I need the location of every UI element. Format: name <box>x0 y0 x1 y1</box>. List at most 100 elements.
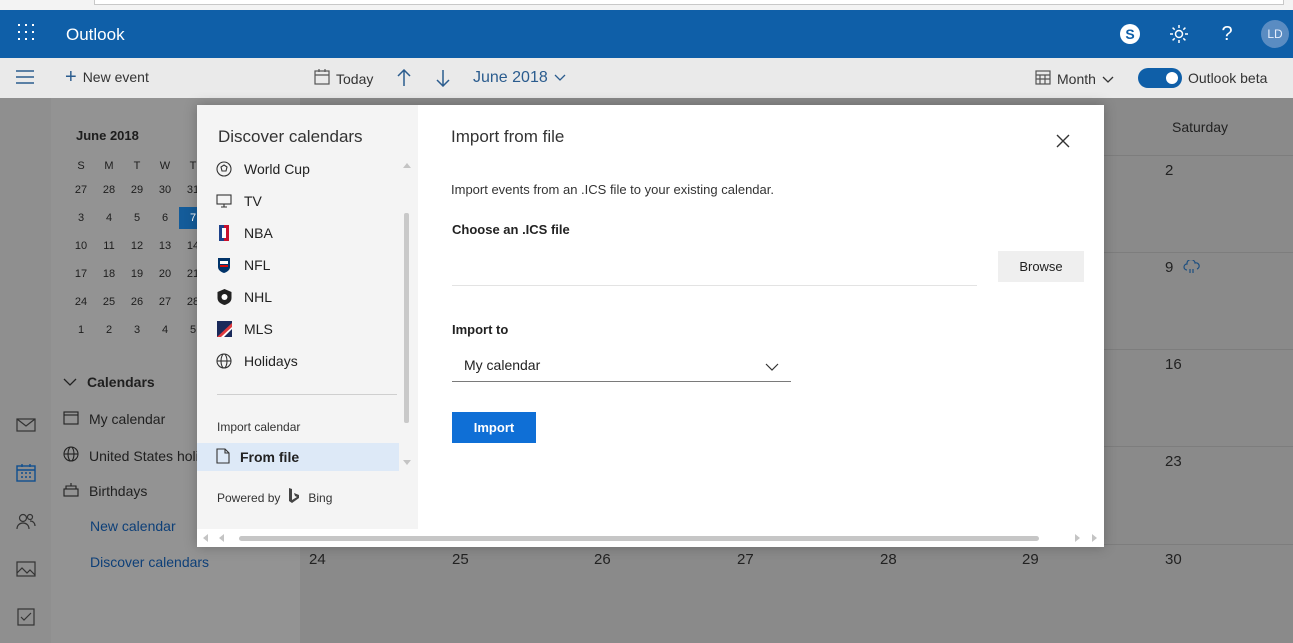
people-icon[interactable] <box>15 510 37 532</box>
mls-logo-icon <box>216 321 232 337</box>
day-cell-number[interactable]: 28 <box>880 551 897 568</box>
day-cell-number[interactable]: 23 <box>1165 453 1182 470</box>
horizontal-scrollbar[interactable] <box>197 529 1104 547</box>
discover-item-nfl[interactable]: NFL <box>216 257 270 273</box>
calendar-item-us-holidays[interactable]: United States holi <box>63 446 199 465</box>
app-title: Outlook <box>66 25 125 44</box>
weather-cloud-icon <box>1183 258 1201 279</box>
day-cell-number[interactable]: 29 <box>1022 551 1039 568</box>
mini-day[interactable]: 19 <box>123 268 151 280</box>
chevron-down-icon <box>554 69 566 87</box>
calendar-icon[interactable] <box>15 462 37 484</box>
panel-scrollbar[interactable] <box>404 213 409 423</box>
mini-day[interactable]: 29 <box>123 184 151 196</box>
chevron-down-icon <box>63 374 77 390</box>
mini-day[interactable]: 3 <box>123 324 151 336</box>
view-switcher[interactable]: Month <box>1035 69 1114 88</box>
today-button[interactable]: Today <box>314 69 373 88</box>
calendar-item-birthdays[interactable]: Birthdays <box>63 482 147 500</box>
scroll-up-arrow[interactable] <box>403 163 411 168</box>
day-cell-number[interactable]: 26 <box>594 551 611 568</box>
scroll-down-arrow[interactable] <box>403 460 411 465</box>
calendar-today-icon <box>314 69 330 88</box>
mini-day[interactable]: 26 <box>123 296 151 308</box>
day-cell-number[interactable]: 25 <box>452 551 469 568</box>
mini-day[interactable]: 11 <box>95 240 123 252</box>
day-cell-number[interactable]: 24 <box>309 551 326 568</box>
file-icon <box>216 447 230 467</box>
mini-day[interactable]: 6 <box>151 212 179 224</box>
help-icon[interactable]: ? <box>1215 22 1239 46</box>
nfl-logo-icon <box>216 257 232 273</box>
mail-icon[interactable] <box>15 414 37 436</box>
import-button[interactable]: Import <box>452 412 536 443</box>
tasks-icon[interactable] <box>15 606 37 628</box>
avatar[interactable]: LD <box>1261 20 1289 48</box>
mini-day[interactable]: 17 <box>67 268 95 280</box>
file-path-field[interactable] <box>452 285 977 286</box>
calendars-section-header[interactable]: Calendars <box>63 374 155 390</box>
discover-item-nba[interactable]: NBA <box>216 225 273 241</box>
mini-day[interactable]: 25 <box>95 296 123 308</box>
mini-day[interactable]: 27 <box>67 184 95 196</box>
discover-item-holidays[interactable]: Holidays <box>216 353 298 369</box>
mini-day[interactable]: 4 <box>151 324 179 336</box>
day-cell-number[interactable]: 2 <box>1165 162 1173 179</box>
next-arrow-icon[interactable] <box>436 69 450 87</box>
import-description: Import events from an .ICS file to your … <box>451 182 774 197</box>
mini-day[interactable]: 28 <box>95 184 123 196</box>
new-event-button[interactable]: + New event <box>65 67 149 87</box>
toggle-switch[interactable] <box>1138 68 1182 88</box>
mini-day[interactable]: 24 <box>67 296 95 308</box>
choose-file-label: Choose an .ICS file <box>452 222 570 237</box>
calendar-item-my-calendar[interactable]: My calendar <box>63 410 165 428</box>
outlook-beta-toggle[interactable]: Outlook beta <box>1138 68 1267 88</box>
import-to-label: Import to <box>452 322 509 337</box>
app-header: Outlook S ? LD <box>0 10 1293 58</box>
discover-item-mls[interactable]: MLS <box>216 321 273 337</box>
discover-item-nhl[interactable]: NHL <box>216 289 272 305</box>
mini-day[interactable]: 27 <box>151 296 179 308</box>
discover-item-world-cup[interactable]: World Cup <box>216 161 310 177</box>
scroll-right-arrow[interactable] <box>1075 534 1080 542</box>
month-picker[interactable]: June 2018 <box>473 69 566 87</box>
mini-day[interactable]: 30 <box>151 184 179 196</box>
mini-day[interactable]: 3 <box>67 212 95 224</box>
mini-day[interactable]: 1 <box>67 324 95 336</box>
skype-icon[interactable]: S <box>1118 22 1142 46</box>
day-cell-number[interactable]: 9 <box>1165 259 1173 276</box>
mini-day[interactable]: 13 <box>151 240 179 252</box>
left-rail <box>0 98 51 643</box>
mini-day[interactable]: 2 <box>95 324 123 336</box>
panel-divider <box>217 394 397 395</box>
waffle-icon[interactable] <box>18 24 36 42</box>
mini-day[interactable]: 18 <box>95 268 123 280</box>
previous-arrow-icon[interactable] <box>397 69 411 87</box>
day-cell-number[interactable]: 30 <box>1165 551 1182 568</box>
address-bar[interactable] <box>94 0 1284 5</box>
mini-day[interactable]: 20 <box>151 268 179 280</box>
import-to-select[interactable]: My calendar <box>452 351 791 382</box>
mini-day[interactable]: 10 <box>67 240 95 252</box>
new-calendar-link[interactable]: New calendar <box>90 518 176 534</box>
close-icon[interactable] <box>1054 132 1072 150</box>
day-cell-number[interactable]: 27 <box>737 551 754 568</box>
photos-icon[interactable] <box>15 558 37 580</box>
mini-day[interactable]: 4 <box>95 212 123 224</box>
scroll-left-arrow[interactable] <box>219 534 224 542</box>
gear-icon[interactable] <box>1167 22 1191 46</box>
hamburger-icon[interactable] <box>16 70 34 84</box>
discover-item-tv[interactable]: TV <box>216 193 262 209</box>
scroll-right-arrow[interactable] <box>1092 534 1097 542</box>
browse-button[interactable]: Browse <box>998 251 1084 282</box>
day-cell-number[interactable]: 16 <box>1165 356 1182 373</box>
discover-calendars-link[interactable]: Discover calendars <box>90 554 209 570</box>
from-file-item[interactable]: From file <box>197 443 399 471</box>
bing-logo-icon <box>288 488 300 507</box>
mini-day[interactable]: 12 <box>123 240 151 252</box>
svg-text:S: S <box>1125 26 1134 42</box>
mini-day[interactable]: 5 <box>123 212 151 224</box>
scroll-left-arrow[interactable] <box>203 534 208 542</box>
scroll-thumb[interactable] <box>239 536 1039 541</box>
chevron-down-icon <box>765 359 779 375</box>
